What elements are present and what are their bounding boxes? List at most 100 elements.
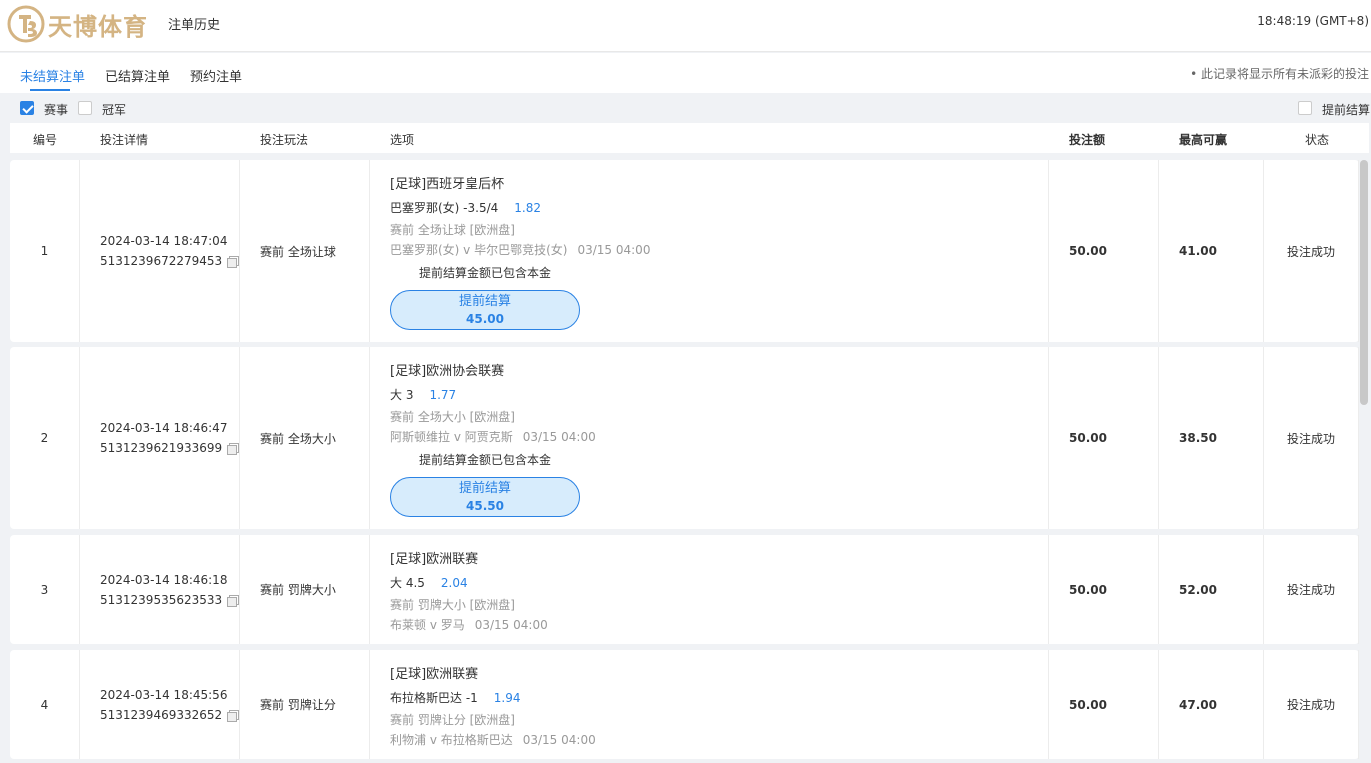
col-max-win: 最高可赢 <box>1179 133 1228 147</box>
cashout-amount: 45.50 <box>466 499 504 513</box>
market-info: 赛前 罚牌让分 [欧洲盘] <box>390 713 515 727</box>
bet-option: [足球]欧洲协会联赛 大 3 1.77 赛前 全场大小 [欧洲盘] 阿斯顿维拉 v… <box>370 347 1049 529</box>
bet-max-win: 38.50 <box>1159 347 1264 529</box>
copy-icon[interactable] <box>227 443 240 455</box>
bet-detail: 2024-03-14 18:45:56 5131239469332652 <box>80 650 240 759</box>
odds: 1.77 <box>429 388 457 402</box>
order-id: 5131239672279453 <box>100 254 223 268</box>
copy-icon[interactable] <box>227 709 240 722</box>
bet-time: 2024-03-14 18:45:56 <box>100 687 228 702</box>
bet-no: 2 <box>10 347 80 529</box>
bet-play: 赛前 全场大小 <box>240 347 370 529</box>
order-id: 5131239621933699 <box>100 441 223 455</box>
match-checkbox[interactable] <box>20 101 34 115</box>
col-status: 状态 <box>1305 133 1330 147</box>
col-stake: 投注额 <box>1069 133 1106 147</box>
match-checkbox-label: 赛事 <box>44 103 69 117</box>
match-date: 03/15 04:00 <box>577 243 651 257</box>
bet-status: 投注成功 <box>1264 347 1359 529</box>
cashout-note: 提前结算金额已包含本金 <box>419 453 552 467</box>
bet-max-win: 47.00 <box>1159 650 1264 759</box>
match-name: 阿斯顿维拉 v 阿贾克斯 <box>390 430 513 444</box>
cashout-button-label: 提前结算 <box>458 481 511 496</box>
cashout-button-label: 提前结算 <box>458 294 511 309</box>
tab-settled[interactable]: 已结算注单 <box>105 66 170 85</box>
clock: 18:48:19 (GMT+8) <box>1257 14 1369 28</box>
bet-status: 投注成功 <box>1264 535 1359 644</box>
col-detail: 投注详情 <box>100 133 149 147</box>
bet-detail: 2024-03-14 18:46:47 5131239621933699 <box>80 347 240 529</box>
order-id: 5131239535623533 <box>100 592 223 607</box>
bet-play: 赛前 全场让球 <box>240 160 370 342</box>
brand-name: 天博体育 <box>48 12 148 41</box>
league-name: [足球]西班牙皇后杯 <box>390 177 505 192</box>
odds: 1.82 <box>514 201 541 215</box>
market-info: 赛前 罚牌大小 [欧洲盘] <box>390 598 515 612</box>
bet-option: [足球]欧洲联赛 布拉格斯巴达 -1 1.94 赛前 罚牌让分 [欧洲盘] 利物浦… <box>370 650 1049 759</box>
bet-status: 投注成功 <box>1264 160 1359 342</box>
cashout-note: 提前结算金额已包含本金 <box>419 266 552 280</box>
match-date: 03/15 04:00 <box>522 733 596 747</box>
copy-icon[interactable] <box>227 594 240 607</box>
bet-option: [足球]欧洲联赛 大 4.5 2.04 赛前 罚牌大小 [欧洲盘] 布莱顿 v 罗… <box>370 535 1049 644</box>
bet-stake: 50.00 <box>1049 347 1159 529</box>
top-bar: 天博体育 注单历史 18:48:19 (GMT+8) <box>0 0 1371 52</box>
match-name: 利物浦 v 布拉格斯巴达 <box>390 733 513 747</box>
market-info: 赛前 全场让球 [欧洲盘] <box>390 223 515 237</box>
bet-detail: 2024-03-14 18:46:18 5131239535623533 <box>80 535 240 644</box>
bet-status: 投注成功 <box>1264 650 1359 759</box>
tab-unsettled[interactable]: 未结算注单 <box>20 66 85 85</box>
bet-time: 2024-03-14 18:47:04 <box>100 234 228 248</box>
bet-play: 赛前 罚牌让分 <box>240 650 370 759</box>
league-name: [足球]欧洲协会联赛 <box>390 364 505 379</box>
champion-checkbox-label: 冠军 <box>102 103 127 117</box>
active-tab-indicator <box>30 89 70 91</box>
bet-no: 1 <box>10 160 80 342</box>
match-date: 03/15 04:00 <box>522 430 596 444</box>
bet-row-2: 2 2024-03-14 18:46:47 5131239621933699 赛… <box>10 347 1359 529</box>
logo-mark-icon <box>7 5 45 43</box>
cashout-button[interactable]: 提前结算 45.00 <box>390 290 580 330</box>
selection: 布拉格斯巴达 -1 <box>390 691 478 705</box>
tab-reserved[interactable]: 预约注单 <box>190 66 242 85</box>
league-name: [足球]欧洲联赛 <box>390 667 479 682</box>
cashout-checkbox[interactable] <box>1298 101 1312 115</box>
selection: 大 4.5 <box>390 576 425 590</box>
copy-icon[interactable] <box>227 256 240 268</box>
match-date: 03/15 04:00 <box>474 618 548 632</box>
odds: 1.94 <box>493 691 521 705</box>
bet-stake: 50.00 <box>1049 535 1159 644</box>
filter-bar: 赛事 冠军 提前结算 <box>0 93 1371 123</box>
bet-time: 2024-03-14 18:46:47 <box>100 421 228 435</box>
tab-note: • 此记录将显示所有未派彩的投注 <box>1190 67 1369 81</box>
bet-max-win: 52.00 <box>1159 535 1264 644</box>
match-name: 巴塞罗那(女) v 毕尔巴鄂竞技(女) <box>390 243 568 257</box>
bet-row-1: 1 2024-03-14 18:47:04 5131239672279453 赛… <box>10 160 1359 342</box>
col-option: 选项 <box>390 133 415 147</box>
cashout-amount: 45.00 <box>466 312 504 326</box>
champion-checkbox[interactable] <box>78 101 92 115</box>
bet-detail: 2024-03-14 18:47:04 5131239672279453 <box>80 160 240 342</box>
bet-stake: 50.00 <box>1049 160 1159 342</box>
market-info: 赛前 全场大小 [欧洲盘] <box>390 410 515 424</box>
order-id: 5131239469332652 <box>100 707 223 722</box>
bet-row-4: 4 2024-03-14 18:45:56 5131239469332652 赛… <box>10 650 1359 759</box>
col-play: 投注玩法 <box>260 133 309 147</box>
vertical-scrollbar[interactable] <box>1360 160 1368 405</box>
league-name: [足球]欧洲联赛 <box>390 552 479 567</box>
odds: 2.04 <box>440 576 468 590</box>
brand-logo[interactable]: 天博体育 <box>6 4 148 44</box>
bet-row-3: 3 2024-03-14 18:46:18 5131239535623533 赛… <box>10 535 1359 644</box>
bet-option: [足球]西班牙皇后杯 巴塞罗那(女) -3.5/4 1.82 赛前 全场让球 [欧… <box>370 160 1049 342</box>
bet-no: 3 <box>10 535 80 644</box>
bet-play: 赛前 罚牌大小 <box>240 535 370 644</box>
bet-time: 2024-03-14 18:46:18 <box>100 572 228 587</box>
bet-stake: 50.00 <box>1049 650 1159 759</box>
table-header: 编号 投注详情 投注玩法 选项 投注额 最高可赢 状态 <box>10 123 1369 153</box>
selection: 巴塞罗那(女) -3.5/4 <box>390 201 499 215</box>
bet-no: 4 <box>10 650 80 759</box>
cashout-checkbox-label: 提前结算 <box>1322 103 1371 117</box>
cashout-button[interactable]: 提前结算 45.50 <box>390 477 580 517</box>
selection: 大 3 <box>390 388 414 402</box>
bet-max-win: 41.00 <box>1159 160 1264 342</box>
